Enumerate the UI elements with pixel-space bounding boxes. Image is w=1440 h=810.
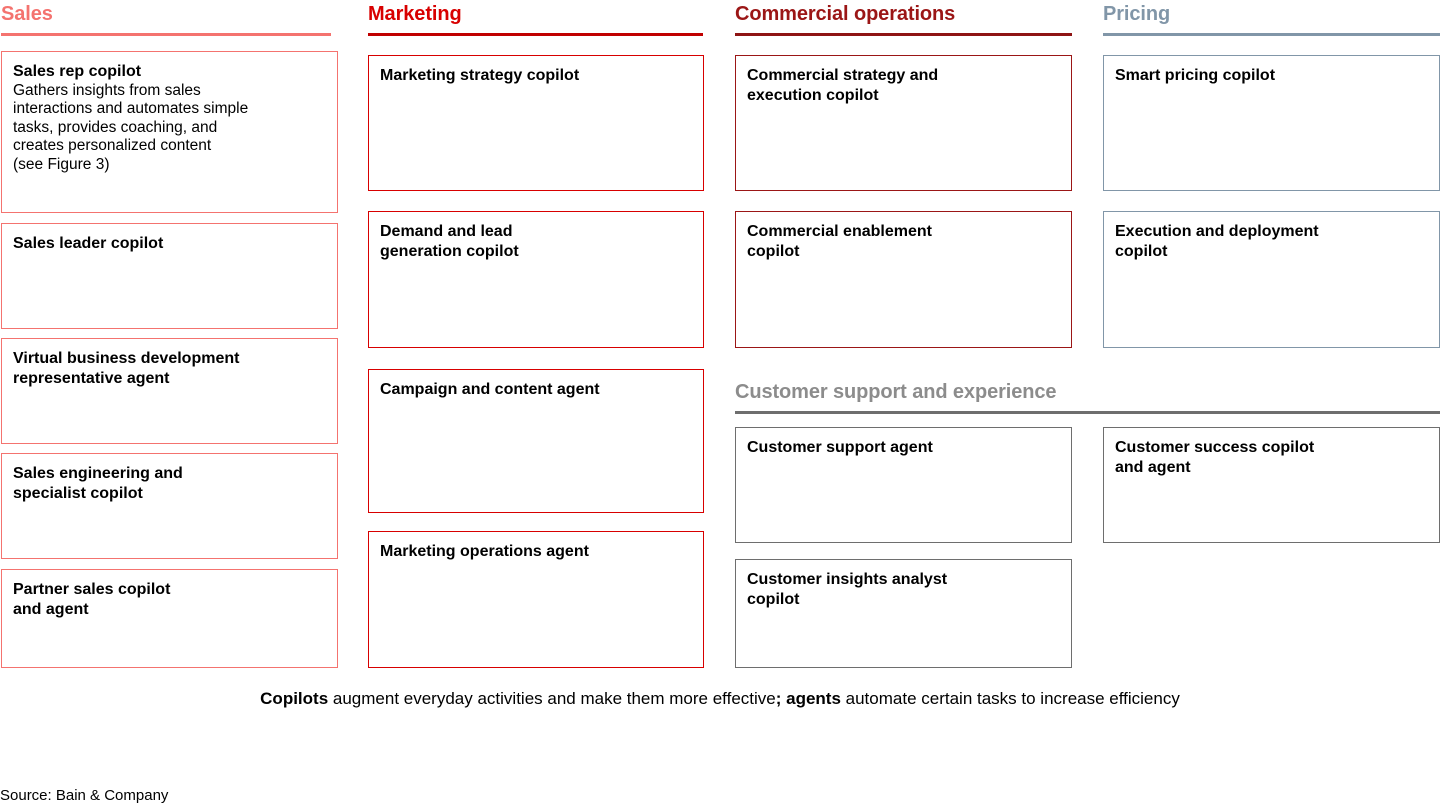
card-title: Marketing strategy copilot (380, 67, 580, 84)
card-title: Commercial strategy and execution copilo… (747, 67, 939, 104)
card-commercial-strategy-execution-copilot[interactable]: Commercial strategy and execution copilo… (735, 55, 1072, 191)
card-title: Campaign and content agent (380, 381, 600, 398)
figure-canvas: Sales Sales rep copilot Gathers insights… (0, 0, 1440, 810)
section-title-pricing: Pricing (1103, 3, 1171, 25)
footnote-text-1: augment everyday activities and make the… (328, 689, 776, 708)
footnote-bold-copilots: Copilots (260, 689, 329, 708)
source-note: Source: Bain & Company (0, 787, 169, 804)
section-rule-customer-support (735, 411, 1440, 414)
card-execution-deployment-copilot[interactable]: Execution and deployment copilot (1103, 211, 1440, 348)
card-customer-success-copilot-agent[interactable]: Customer success copilot and agent (1103, 427, 1440, 543)
card-marketing-strategy-copilot[interactable]: Marketing strategy copilot (368, 55, 704, 191)
footnote-bold-agents: ; agents (775, 689, 841, 708)
section-rule-commercial-operations (735, 33, 1072, 36)
card-title: Marketing operations agent (380, 543, 589, 560)
section-header-marketing: Marketing (368, 2, 703, 36)
footnote-text-2: automate certain tasks to increase effic… (840, 689, 1180, 708)
section-rule-marketing (368, 33, 703, 36)
card-title: Commercial enablement copilot (747, 223, 932, 260)
card-sales-leader-copilot[interactable]: Sales leader copilot (1, 223, 338, 329)
card-title: Sales leader copilot (13, 235, 164, 252)
card-title: Sales rep copilot (13, 63, 142, 80)
section-header-customer-support: Customer support and experience (735, 380, 1440, 414)
card-sales-rep-copilot[interactable]: Sales rep copilot Gathers insights from … (1, 51, 338, 213)
card-title: Smart pricing copilot (1115, 67, 1276, 84)
card-customer-insights-analyst-copilot[interactable]: Customer insights analyst copilot (735, 559, 1072, 668)
section-title-commercial-operations: Commercial operations (735, 3, 956, 25)
card-title: Partner sales copilot and agent (13, 581, 171, 618)
card-description: Gathers insights from sales interactions… (13, 81, 249, 173)
section-title-customer-support: Customer support and experience (735, 381, 1057, 403)
card-title: Customer support agent (747, 439, 933, 456)
card-demand-lead-generation-copilot[interactable]: Demand and lead generation copilot (368, 211, 704, 348)
card-title: Customer success copilot and agent (1115, 439, 1315, 476)
card-sales-engineering-copilot[interactable]: Sales engineering and specialist copilot (1, 453, 338, 559)
card-campaign-content-agent[interactable]: Campaign and content agent (368, 369, 704, 513)
section-title-sales: Sales (1, 3, 53, 25)
figure-footnote: Copilots augment everyday activities and… (0, 688, 1440, 710)
card-customer-support-agent[interactable]: Customer support agent (735, 427, 1072, 543)
card-marketing-operations-agent[interactable]: Marketing operations agent (368, 531, 704, 668)
card-title: Sales engineering and specialist copilot (13, 465, 183, 502)
section-header-pricing: Pricing (1103, 2, 1440, 36)
card-title: Execution and deployment copilot (1115, 223, 1319, 260)
section-rule-pricing (1103, 33, 1440, 36)
section-header-sales: Sales (1, 2, 331, 36)
card-title: Demand and lead generation copilot (380, 223, 519, 260)
card-smart-pricing-copilot[interactable]: Smart pricing copilot (1103, 55, 1440, 191)
card-title: Customer insights analyst copilot (747, 571, 948, 608)
card-virtual-bdr-agent[interactable]: Virtual business development representat… (1, 338, 338, 444)
card-title: Virtual business development representat… (13, 350, 240, 387)
section-rule-sales (1, 33, 331, 36)
card-commercial-enablement-copilot[interactable]: Commercial enablement copilot (735, 211, 1072, 348)
section-header-commercial-operations: Commercial operations (735, 2, 1072, 36)
section-title-marketing: Marketing (368, 3, 462, 25)
card-partner-sales-copilot[interactable]: Partner sales copilot and agent (1, 569, 338, 668)
